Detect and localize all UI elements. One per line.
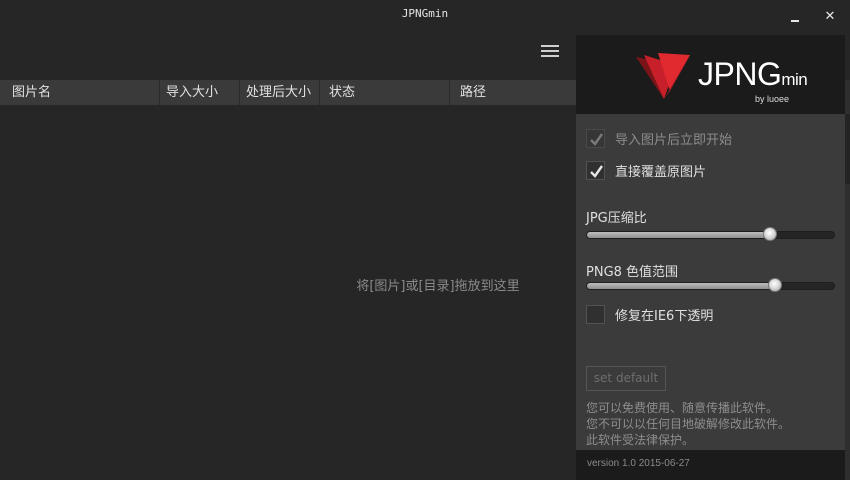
scrollbar-thumb[interactable] (845, 114, 850, 184)
ie6-transparent-label: 修复在IE6下透明 (615, 308, 714, 324)
png8-range-label: PNG8 色值范围 (586, 265, 679, 280)
column-header-path[interactable]: 路径 (450, 80, 576, 105)
file-table-header: 图片名 导入大小 处理后大小 状态 路径 (0, 80, 576, 105)
option-ie6-transparent[interactable]: 修复在IE6下透明 (586, 304, 713, 324)
set-default-button[interactable]: set default (586, 366, 666, 391)
overwrite-label: 直接覆盖原图片 (615, 164, 707, 180)
minimize-button[interactable] (786, 8, 804, 26)
notice-line: 此软件受法律保护。 (586, 433, 695, 447)
jpg-ratio-label: JPG压缩比 (586, 211, 647, 226)
drop-zone-hint: 将[图片]或[目录]拖放到这里 (356, 279, 520, 294)
settings-panel: JPNGmin by luoee 导入图片后立即开始 直接覆盖原图片 JPG压缩… (576, 35, 845, 480)
menu-icon[interactable] (541, 44, 559, 58)
version-bar: version 1.0 2015-06-27 (576, 450, 845, 480)
column-header-processed-size[interactable]: 处理后大小 (240, 80, 320, 105)
column-header-name[interactable]: 图片名 (0, 80, 160, 105)
column-header-import-size[interactable]: 导入大小 (160, 80, 240, 105)
png8-range-slider[interactable] (586, 278, 835, 292)
auto-start-label: 导入图片后立即开始 (615, 132, 733, 148)
title-bar: JPNGmin ✕ (0, 0, 850, 30)
checkmark-icon (590, 164, 603, 178)
column-header-status[interactable]: 状态 (320, 80, 450, 105)
license-notice: 您可以免费使用、随意传播此软件。 您不可以以任何目地破解修改此软件。 此软件受法… (586, 400, 790, 448)
auto-start-checkbox[interactable] (586, 128, 605, 148)
logo-mark-icon (636, 53, 690, 99)
overwrite-checkbox[interactable] (586, 160, 605, 180)
window-title: JPNGmin (401, 7, 449, 20)
jpg-ratio-slider-fill (587, 232, 770, 238)
png8-range-slider-fill (587, 283, 775, 289)
jpg-ratio-slider-thumb[interactable] (762, 227, 777, 241)
logo-area: JPNGmin by luoee (576, 35, 845, 114)
checkmark-icon (590, 132, 603, 146)
logo-byline: by luoee (755, 94, 790, 104)
png8-range-slider-thumb[interactable] (767, 278, 782, 292)
minimize-icon (791, 20, 799, 22)
notice-line: 您不可以以任何目地破解修改此软件。 (586, 417, 791, 431)
close-icon: ✕ (824, 9, 836, 24)
option-auto-start[interactable]: 导入图片后立即开始 (586, 128, 732, 148)
jpg-ratio-slider[interactable] (586, 227, 835, 241)
option-overwrite[interactable]: 直接覆盖原图片 (586, 160, 706, 180)
close-button[interactable]: ✕ (821, 8, 839, 26)
logo-text: JPNGmin (698, 56, 808, 92)
version-text: version 1.0 2015-06-27 (587, 458, 690, 469)
ie6-transparent-checkbox[interactable] (586, 304, 605, 324)
notice-line: 您可以免费使用、随意传播此软件。 (586, 401, 779, 415)
